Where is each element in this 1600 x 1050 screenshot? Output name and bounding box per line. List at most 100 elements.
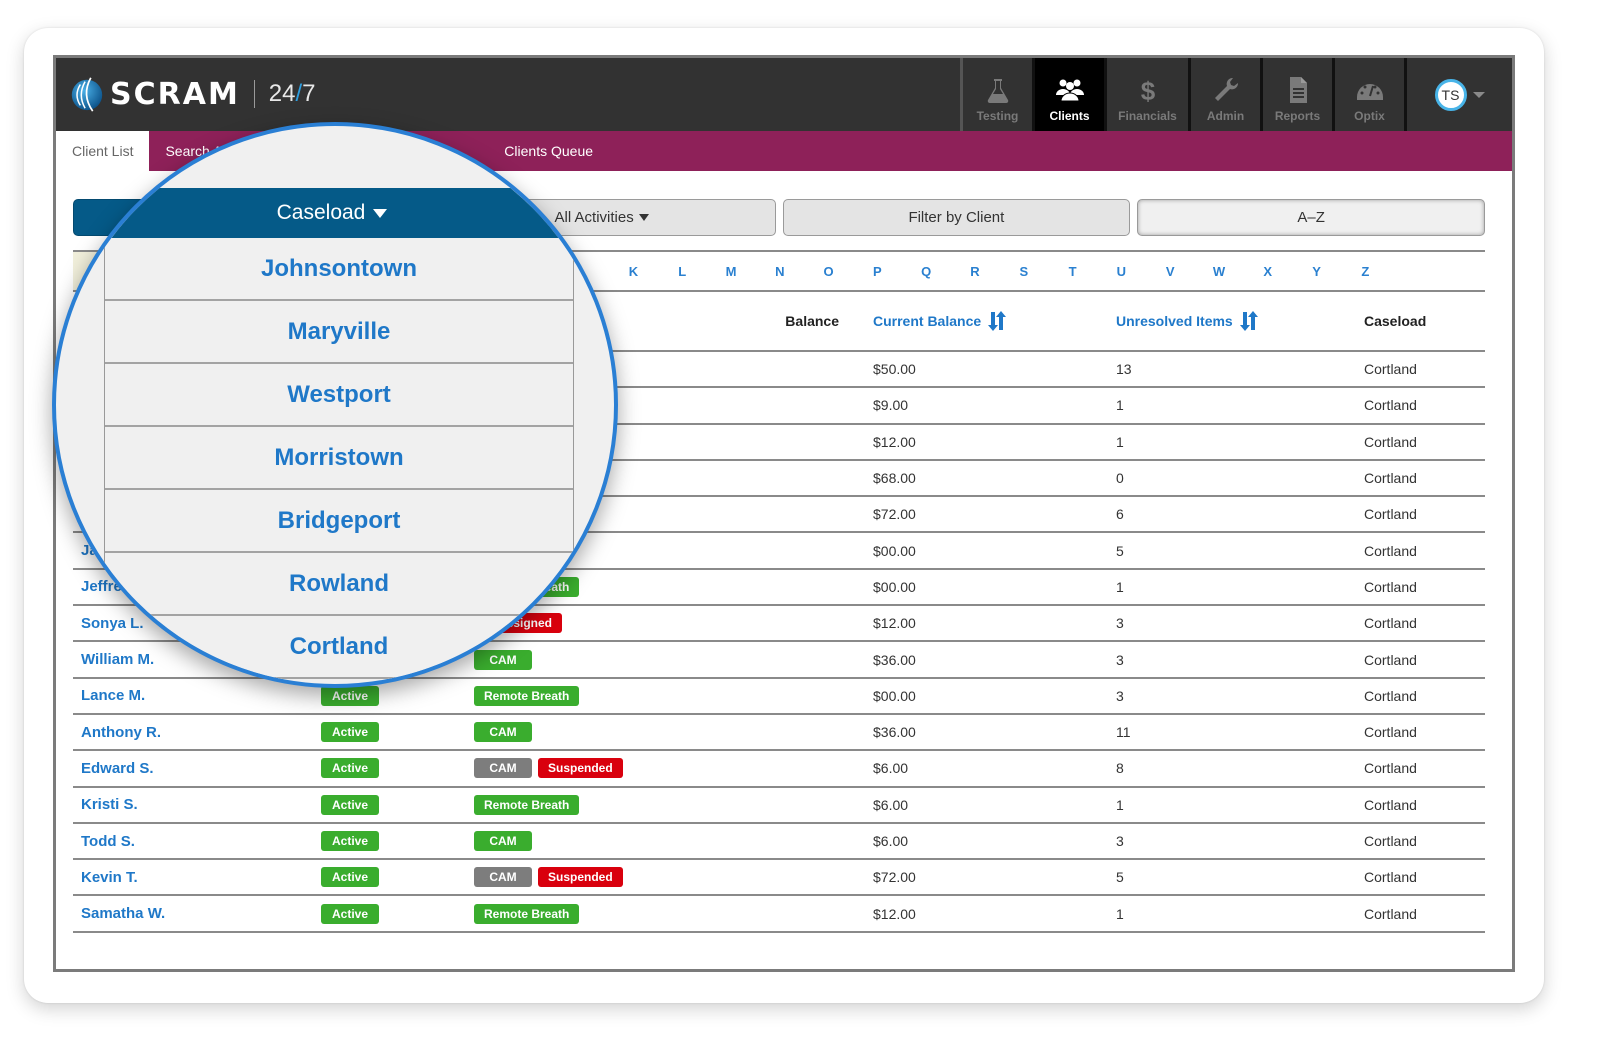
cell-unresolved: 3 [1116, 615, 1124, 632]
filter-by-client-button[interactable]: Filter by Client [782, 199, 1131, 236]
cell-current-balance: $00.00 [873, 578, 916, 595]
nav-optix[interactable]: Optix [1332, 58, 1404, 131]
table-row[interactable]: Edward S. Active CAM Suspended $6.00 8 Cortlan… [73, 751, 1485, 788]
cell-status: Active [321, 867, 474, 888]
sort-icon [988, 311, 1007, 331]
caseload-dropdown-button-zoomed[interactable]: Caseload [77, 188, 587, 238]
cell-unresolved: 5 [1116, 869, 1124, 886]
alphabet-letter-l[interactable]: L [658, 264, 707, 279]
alphabet-letter-t[interactable]: T [1048, 264, 1097, 279]
caseload-option-westport[interactable]: Westport [105, 364, 573, 427]
alphabet-letter-w[interactable]: W [1195, 264, 1244, 279]
cell-current-balance: $00.00 [873, 687, 916, 704]
sort-current-balance[interactable]: Current Balance [873, 310, 1007, 332]
alphabet-letter-q[interactable]: Q [902, 264, 951, 279]
avatar[interactable]: TS [1434, 78, 1467, 111]
nav-clients[interactable]: Clients [1032, 58, 1104, 131]
cell-status: Active [321, 903, 474, 924]
sort-icon [1239, 311, 1258, 331]
cell-current-balance: $12.00 [873, 615, 916, 632]
nav-reports[interactable]: Reports [1260, 58, 1332, 131]
cell-caseload: Cortland [1364, 905, 1417, 922]
table-row[interactable]: Samatha W. Active Remote Breath $12.00 1 Cort… [73, 896, 1485, 933]
cell-unresolved: 1 [1116, 905, 1124, 922]
activity-badge: Remote Breath [474, 794, 580, 815]
client-name-link[interactable]: Lance M. [81, 687, 145, 704]
nav-admin[interactable]: Admin [1188, 58, 1260, 131]
cell-name: Anthony R. [73, 724, 321, 741]
nav-financials[interactable]: $ Financials [1104, 58, 1188, 131]
cell-name: Lance M. [73, 687, 321, 704]
caret-down-icon [373, 208, 388, 218]
nav-testing[interactable]: Testing [960, 58, 1032, 131]
activity-badge: CAM [474, 722, 532, 743]
alphabet-letter-n[interactable]: N [755, 264, 804, 279]
caseload-option-cortland[interactable]: Cortland [105, 616, 573, 679]
nav-optix-label: Optix [1354, 109, 1385, 123]
cell-status: Active [321, 794, 474, 815]
header-unresolved: Unresolved Items [1116, 313, 1233, 329]
alphabet-letter-z[interactable]: Z [1341, 264, 1390, 279]
alphabet-letter-m[interactable]: M [707, 264, 756, 279]
user-menu[interactable]: TS [1404, 58, 1512, 131]
alphabet-letter-r[interactable]: R [951, 264, 1000, 279]
cell-caseload: Cortland [1364, 361, 1417, 378]
alphabet-letter-u[interactable]: U [1097, 264, 1146, 279]
col-unresolved: Unresolved Items [1109, 310, 1359, 332]
chevron-down-icon[interactable] [1472, 91, 1485, 98]
activity-badge: CAM [474, 867, 532, 888]
cell-caseload: Cortland [1364, 433, 1417, 450]
caseload-option-johnsontown[interactable]: Johnsontown [105, 238, 573, 301]
alphabet-letter-p[interactable]: P [853, 264, 902, 279]
client-name-link[interactable]: Samatha W. [81, 905, 165, 922]
caseload-option-maryville[interactable]: Maryville [105, 301, 573, 364]
client-name-link[interactable]: Edward S. [81, 760, 154, 777]
activity-badge: CAM [474, 758, 532, 779]
cell-current-balance: $6.00 [873, 833, 909, 849]
cell-activities: Remote Breath [474, 794, 864, 815]
cell-name: Kristi S. [73, 796, 321, 813]
client-name-link[interactable]: Kevin T. [81, 869, 138, 886]
cell-unresolved: 1 [1116, 578, 1124, 595]
alphabet-letter-x[interactable]: X [1243, 264, 1292, 279]
cell-current-balance: $36.00 [873, 651, 916, 668]
cell-name: Todd S. [73, 833, 321, 850]
nav-reports-label: Reports [1274, 109, 1321, 123]
alphabet-letter-v[interactable]: V [1146, 264, 1195, 279]
cell-status: Active [321, 831, 474, 851]
cell-unresolved: 1 [1116, 397, 1124, 414]
table-row[interactable]: Lance M. Active Remote Breath $00.00 3 Cortla… [73, 679, 1485, 715]
cell-unresolved: 13 [1116, 361, 1132, 378]
caseload-option-rowland[interactable]: Rowland [105, 553, 573, 616]
cell-status: Active [321, 685, 474, 706]
caseload-options-list: Johnsontown Maryville Westport Morristown Br… [104, 238, 574, 679]
caseload-option-morristown[interactable]: Morristown [105, 427, 573, 490]
sort-unresolved-items[interactable]: Unresolved Items [1116, 310, 1259, 332]
table-row[interactable]: Kristi S. Active Remote Breath $6.00 1 Cortla… [73, 788, 1485, 824]
table-row[interactable]: Anthony R. Active CAM $36.00 11 Cortland [73, 715, 1485, 752]
cell-current-balance: $36.00 [873, 724, 916, 741]
document-icon [1289, 77, 1307, 103]
brand-name: SCRAM [110, 76, 240, 112]
table-row[interactable]: Todd S. Active CAM $6.00 3 Cortland [73, 824, 1485, 861]
cell-caseload: Cortland [1364, 833, 1417, 849]
cell-unresolved: 6 [1116, 506, 1124, 523]
client-name-link[interactable]: Todd S. [81, 833, 135, 850]
magnifier-content: Caseload Johnsontown Maryville Westport Mor… [56, 126, 614, 684]
alphabet-letter-o[interactable]: O [804, 264, 853, 279]
client-name-link[interactable]: Kristi S. [81, 796, 138, 813]
table-row[interactable]: Kevin T. Active CAM Suspended $72.00 5 Cortlan… [73, 860, 1485, 897]
alphabet-letter-s[interactable]: S [999, 264, 1048, 279]
alphabet-letter-y[interactable]: Y [1292, 264, 1341, 279]
alphabet-letter-k[interactable]: K [609, 264, 658, 279]
cell-caseload: Cortland [1364, 724, 1417, 741]
cell-activities: CAM Suspended [474, 758, 864, 779]
cell-activities: CAM [474, 831, 864, 851]
caseload-option-bridgeport[interactable]: Bridgeport [105, 490, 573, 553]
sort-az-button[interactable]: A–Z [1137, 199, 1485, 236]
cell-current-balance: $72.00 [873, 869, 916, 886]
logo[interactable]: SCRAM 24/7 [68, 68, 316, 120]
client-name-link[interactable]: Anthony R. [81, 724, 161, 741]
nav-testing-label: Testing [976, 109, 1019, 123]
cell-unresolved: 5 [1116, 542, 1124, 559]
